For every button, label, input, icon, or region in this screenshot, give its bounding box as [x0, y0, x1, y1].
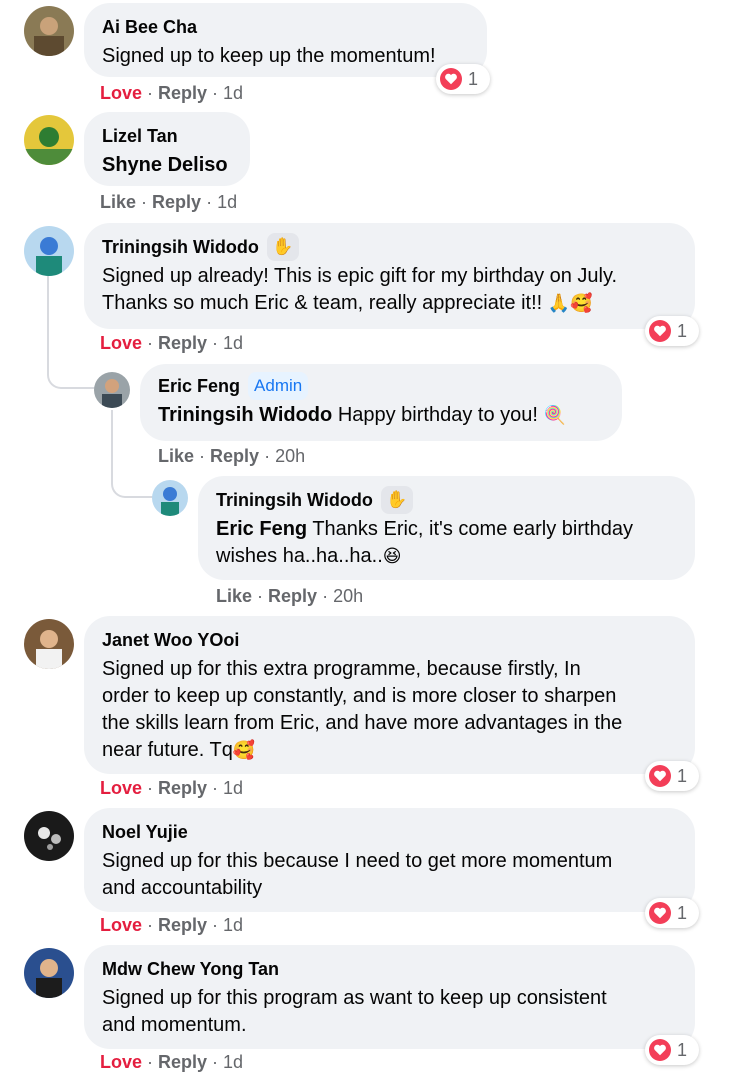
timestamp[interactable]: 20h [275, 446, 305, 466]
comment-text: Signed up for this extra programme, beca… [102, 658, 623, 761]
timestamp[interactable]: 1d [223, 83, 243, 103]
comment-bubble: Mdw Chew Yong Tan Signed up for this pro… [84, 945, 695, 1049]
heart-icon [440, 68, 462, 90]
comment-author[interactable]: Triningsih Widodo [216, 490, 373, 511]
comment-text: Eric Feng Thanks Eric, it's come early b… [216, 518, 633, 567]
tagged-user[interactable]: Triningsih Widodo [158, 404, 332, 426]
comment-bubble: Janet Woo YOoi Signed up for this extra … [84, 616, 695, 774]
comment-author[interactable]: Ai Bee Cha [102, 17, 197, 38]
avatar[interactable] [24, 115, 74, 165]
comment-bubble: Lizel Tan Shyne Deliso [84, 112, 250, 186]
reaction-count[interactable]: 1 [645, 1035, 699, 1065]
comment-actions: Love · Reply · 1d [100, 778, 244, 798]
comment-author[interactable]: Noel Yujie [102, 822, 188, 843]
heart-icon [649, 1039, 671, 1061]
reply-button[interactable]: Reply [268, 586, 317, 606]
like-button[interactable]: Like [216, 586, 252, 606]
comment-author[interactable]: Mdw Chew Yong Tan [102, 959, 279, 980]
comment-actions: Love · Reply · 1d [100, 915, 244, 935]
comment-bubble: Triningsih Widodo ✋ Signed up already! Th… [84, 223, 695, 329]
heart-icon [649, 765, 671, 787]
heart-icon [649, 902, 671, 924]
tagged-user[interactable]: Eric Feng [216, 518, 307, 540]
reply-button[interactable]: Reply [158, 83, 207, 103]
reply-button[interactable]: Reply [152, 192, 201, 212]
heart-icon [649, 320, 671, 342]
timestamp[interactable]: 1d [223, 915, 243, 935]
timestamp[interactable]: 1d [223, 333, 243, 353]
avatar[interactable] [24, 948, 74, 998]
reply-button[interactable]: Reply [158, 333, 207, 353]
timestamp[interactable]: 1d [223, 1052, 243, 1072]
comment-text: Signed up for this because I need to get… [102, 850, 613, 899]
comment-author[interactable]: Eric Feng [158, 376, 240, 397]
comment-author[interactable]: Triningsih Widodo [102, 237, 259, 258]
comment-actions: Like · Reply · 20h [216, 586, 364, 606]
reply-button[interactable]: Reply [158, 1052, 207, 1072]
avatar[interactable] [24, 226, 74, 276]
comment-bubble: Ai Bee Cha Signed up to keep up the mome… [84, 3, 487, 77]
comment-bubble: Noel Yujie Signed up for this because I … [84, 808, 695, 912]
wave-icon: ✋ [266, 233, 299, 261]
comment-actions: Like · Reply · 20h [158, 446, 306, 466]
comment-text: Signed up to keep up the momentum! [102, 45, 436, 67]
wave-icon: ✋ [380, 486, 413, 514]
reaction-count[interactable]: 1 [645, 898, 699, 928]
tagged-user[interactable]: Shyne Deliso [102, 152, 232, 179]
reply-button[interactable]: Reply [158, 778, 207, 798]
admin-badge: Admin [248, 372, 309, 400]
reply-button[interactable]: Reply [210, 446, 259, 466]
thread-connector [47, 355, 95, 389]
comment-text: Signed up already! This is epic gift for… [102, 265, 618, 314]
reaction-count[interactable]: 1 [436, 64, 490, 94]
avatar[interactable] [152, 480, 188, 516]
like-button[interactable]: Like [158, 446, 194, 466]
comment-author[interactable]: Janet Woo YOoi [102, 630, 239, 651]
love-button[interactable]: Love [100, 778, 142, 798]
reply-bubble: Eric Feng Admin Triningsih Widodo Happy b… [140, 364, 622, 441]
thread-line [111, 410, 113, 470]
reaction-count[interactable]: 1 [645, 316, 699, 346]
comment-actions: Love · Reply · 1d [100, 1052, 244, 1072]
timestamp[interactable]: 1d [217, 192, 237, 212]
love-button[interactable]: Love [100, 333, 142, 353]
comment-author[interactable]: Lizel Tan [102, 126, 178, 147]
avatar[interactable] [94, 372, 130, 408]
avatar[interactable] [24, 6, 74, 56]
avatar[interactable] [24, 619, 74, 669]
love-button[interactable]: Love [100, 1052, 142, 1072]
thread-line [47, 275, 49, 365]
timestamp[interactable]: 1d [223, 778, 243, 798]
comment-text: Signed up for this program as want to ke… [102, 987, 607, 1036]
love-button[interactable]: Love [100, 915, 142, 935]
comment-actions: Like · Reply · 1d [100, 192, 238, 212]
love-button[interactable]: Love [100, 83, 142, 103]
timestamp[interactable]: 20h [333, 586, 363, 606]
thread-connector [111, 462, 153, 498]
comment-text: Triningsih Widodo Happy birthday to you!… [158, 404, 566, 426]
comment-actions: Love · Reply · 1d [100, 83, 244, 103]
comment-actions: Love · Reply · 1d [100, 333, 244, 353]
reply-button[interactable]: Reply [158, 915, 207, 935]
like-button[interactable]: Like [100, 192, 136, 212]
reaction-count[interactable]: 1 [645, 761, 699, 791]
reply-bubble: Triningsih Widodo ✋ Eric Feng Thanks Eric… [198, 476, 695, 580]
avatar[interactable] [24, 811, 74, 861]
